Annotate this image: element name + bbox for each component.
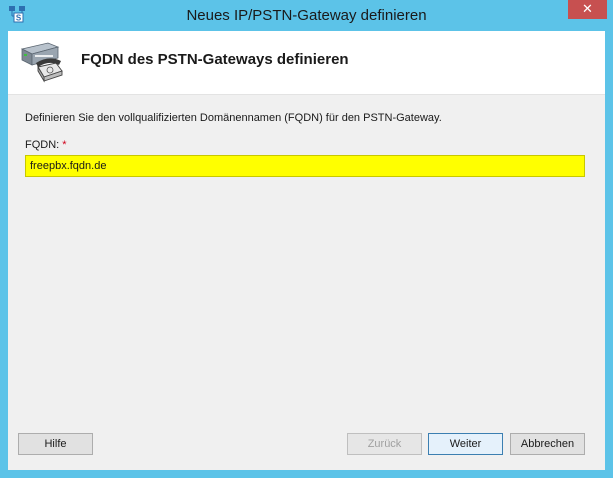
dialog-window: S Neues IP/PSTN-Gateway definieren ✕ FQD… <box>0 0 613 478</box>
back-button[interactable]: Zurück <box>347 433 422 455</box>
wizard-header: FQDN des PSTN-Gateways definieren <box>8 31 605 95</box>
page-description: Definieren Sie den vollqualifizierten Do… <box>25 112 442 124</box>
window-title: Neues IP/PSTN-Gateway definieren <box>186 7 427 24</box>
fqdn-input[interactable] <box>25 155 585 177</box>
next-button[interactable]: Weiter <box>428 433 503 455</box>
pstn-gateway-phone-icon <box>20 42 63 83</box>
close-button[interactable]: ✕ <box>568 0 607 19</box>
dialog-client-area: FQDN des PSTN-Gateways definieren Defini… <box>8 31 605 470</box>
close-icon: ✕ <box>582 1 593 16</box>
fqdn-label-text: FQDN: <box>25 139 60 151</box>
help-button[interactable]: Hilfe <box>18 433 93 455</box>
title-bar[interactable]: S Neues IP/PSTN-Gateway definieren ✕ <box>0 0 613 31</box>
cancel-button[interactable]: Abbrechen <box>510 433 585 455</box>
fqdn-label: FQDN: * <box>25 139 67 151</box>
required-marker: * <box>62 139 67 151</box>
wizard-page-title: FQDN des PSTN-Gateways definieren <box>81 51 349 68</box>
